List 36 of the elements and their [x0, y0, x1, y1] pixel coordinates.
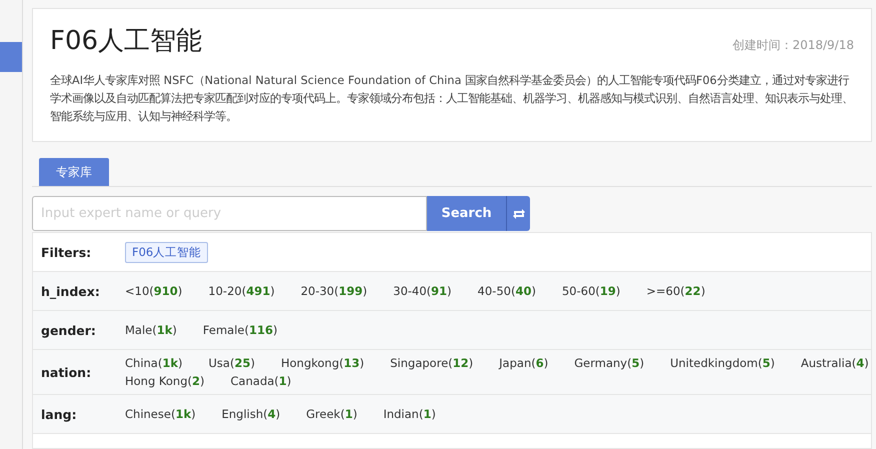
facet-option[interactable]: Hong Kong(2)	[125, 374, 205, 388]
facet-option[interactable]: Indian(1)	[383, 407, 436, 421]
facet-option[interactable]: Female(116)	[202, 323, 278, 337]
facet-option[interactable]: Singapore(12)	[390, 356, 474, 370]
refresh-button[interactable]	[506, 196, 530, 231]
facet-option[interactable]: 50-60(19)	[562, 284, 620, 298]
page-title: F06人工智能	[50, 25, 202, 58]
refresh-icon	[512, 208, 526, 220]
facet-option[interactable]: Canada(1)	[230, 374, 292, 388]
facet-option[interactable]: 10-20(491)	[208, 284, 275, 298]
facet-option[interactable]: 20-30(199)	[300, 284, 368, 298]
created-date: 创建时间：2018/9/18	[732, 37, 854, 54]
facet-option[interactable]: Germany(5)	[574, 356, 644, 370]
facet-option[interactable]: Greek(1)	[306, 407, 358, 421]
filters-label: Filters:	[40, 244, 92, 260]
facet-option[interactable]: Male(1k)	[125, 323, 177, 337]
facet-option[interactable]: Usa(25)	[208, 356, 255, 370]
facet-option[interactable]: 30-40(91)	[393, 284, 452, 298]
facet-label: h_index:	[40, 284, 101, 298]
facet-option[interactable]: China(1k)	[125, 356, 182, 370]
tab[interactable]: 专家库	[39, 158, 109, 186]
facet-label: gender:	[40, 322, 97, 338]
description: 全球AI华人专家库对照 NSFC（National Natural Science Foundation of China 国家自然科学基金委员会）的人工智能专项代码F06分类建立，通过对专家进行学术画像以及自动匹配算法把专家匹配到对应的专项代码上。专家领域分布包括：人工智能基础、机器学习、机器感知与模式识别、自然语言处理、知识表示与处理、智能系统与应用、认知与神经科学等。	[50, 73, 854, 125]
facet-option[interactable]: Unitedkingdom(5)	[670, 356, 775, 370]
facet-option[interactable]: >=60(22)	[646, 284, 706, 298]
facet-label: nation:	[40, 364, 92, 380]
facet-option[interactable]: <10(910)	[125, 284, 182, 298]
filter-tag[interactable]: F06人工智能	[125, 242, 208, 262]
facet-option[interactable]: English(4)	[222, 407, 280, 421]
facet-option[interactable]: Australia(4)	[800, 356, 869, 370]
search-button[interactable]: Search	[427, 196, 506, 231]
facet-option[interactable]: Chinese(1k)	[125, 407, 196, 421]
facet-option[interactable]: 40-50(40)	[478, 284, 536, 298]
facet-label: lang:	[40, 406, 78, 422]
facet-option[interactable]: Hongkong(13)	[280, 356, 364, 370]
facet-option[interactable]: Japan(6)	[499, 356, 548, 370]
